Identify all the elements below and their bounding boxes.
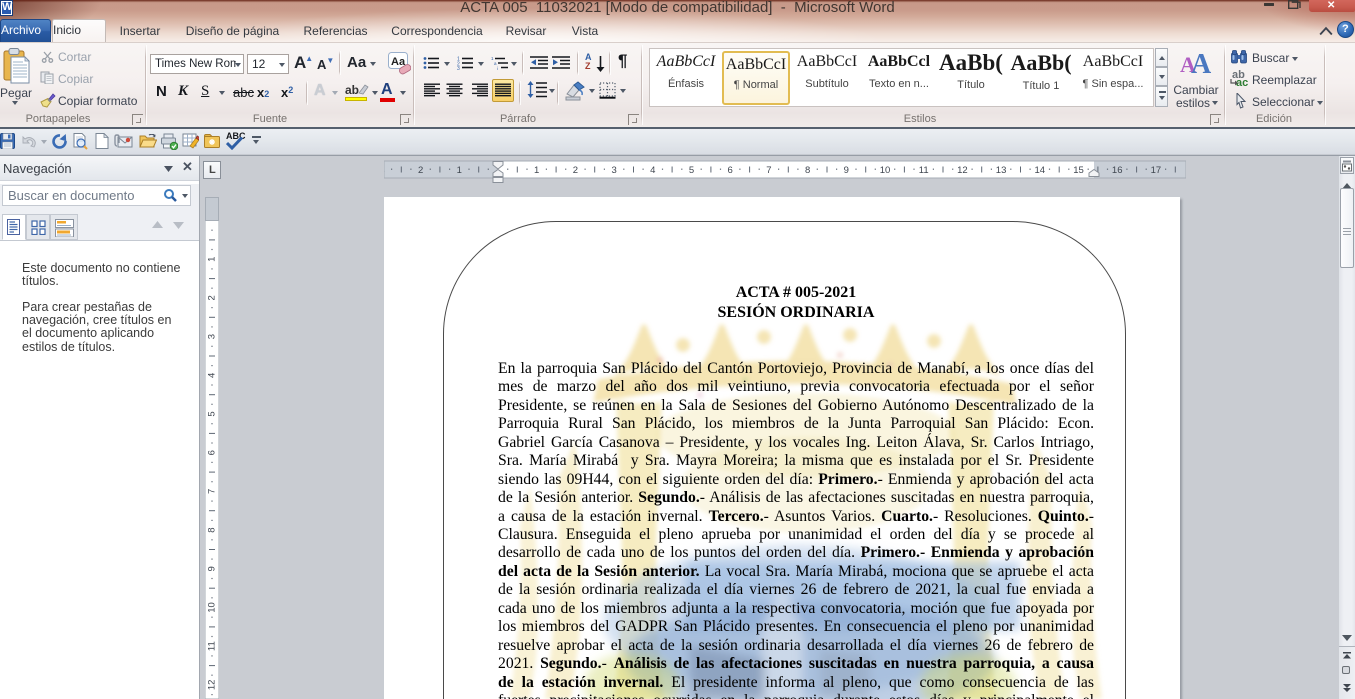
svg-text:i: i	[497, 66, 498, 70]
svg-text:8: 8	[207, 527, 218, 532]
svg-text:8: 8	[805, 165, 810, 176]
svg-text:7: 7	[766, 165, 771, 176]
svg-text:5: 5	[689, 165, 694, 176]
svg-text:6: 6	[207, 450, 218, 455]
svg-text:7: 7	[207, 489, 218, 494]
svg-text:10: 10	[207, 602, 218, 613]
svg-text:3: 3	[611, 165, 616, 176]
svg-text:4: 4	[650, 165, 655, 176]
svg-text:1: 1	[534, 165, 539, 176]
svg-text:9: 9	[844, 165, 849, 176]
svg-text:3: 3	[207, 334, 218, 339]
svg-text:11: 11	[919, 165, 929, 176]
svg-text:15: 15	[1073, 165, 1084, 176]
svg-text:12: 12	[207, 680, 218, 691]
svg-text:1: 1	[207, 257, 218, 262]
svg-text:13: 13	[996, 165, 1007, 176]
svg-text:4: 4	[207, 373, 218, 378]
svg-text:5: 5	[207, 411, 218, 416]
svg-text:12: 12	[957, 165, 968, 176]
svg-text:2: 2	[207, 295, 218, 300]
svg-text:16: 16	[1112, 165, 1123, 176]
svg-text:2: 2	[573, 165, 578, 176]
svg-text:2: 2	[418, 165, 423, 176]
svg-text:10: 10	[880, 165, 891, 176]
svg-text:1: 1	[457, 165, 462, 176]
svg-text:11: 11	[207, 641, 218, 651]
svg-text:14: 14	[1035, 165, 1046, 176]
svg-text:9: 9	[207, 566, 218, 571]
svg-text:3: 3	[384, 165, 385, 176]
svg-text:3: 3	[457, 66, 460, 70]
svg-text:17: 17	[1151, 165, 1162, 176]
svg-text:6: 6	[728, 165, 733, 176]
